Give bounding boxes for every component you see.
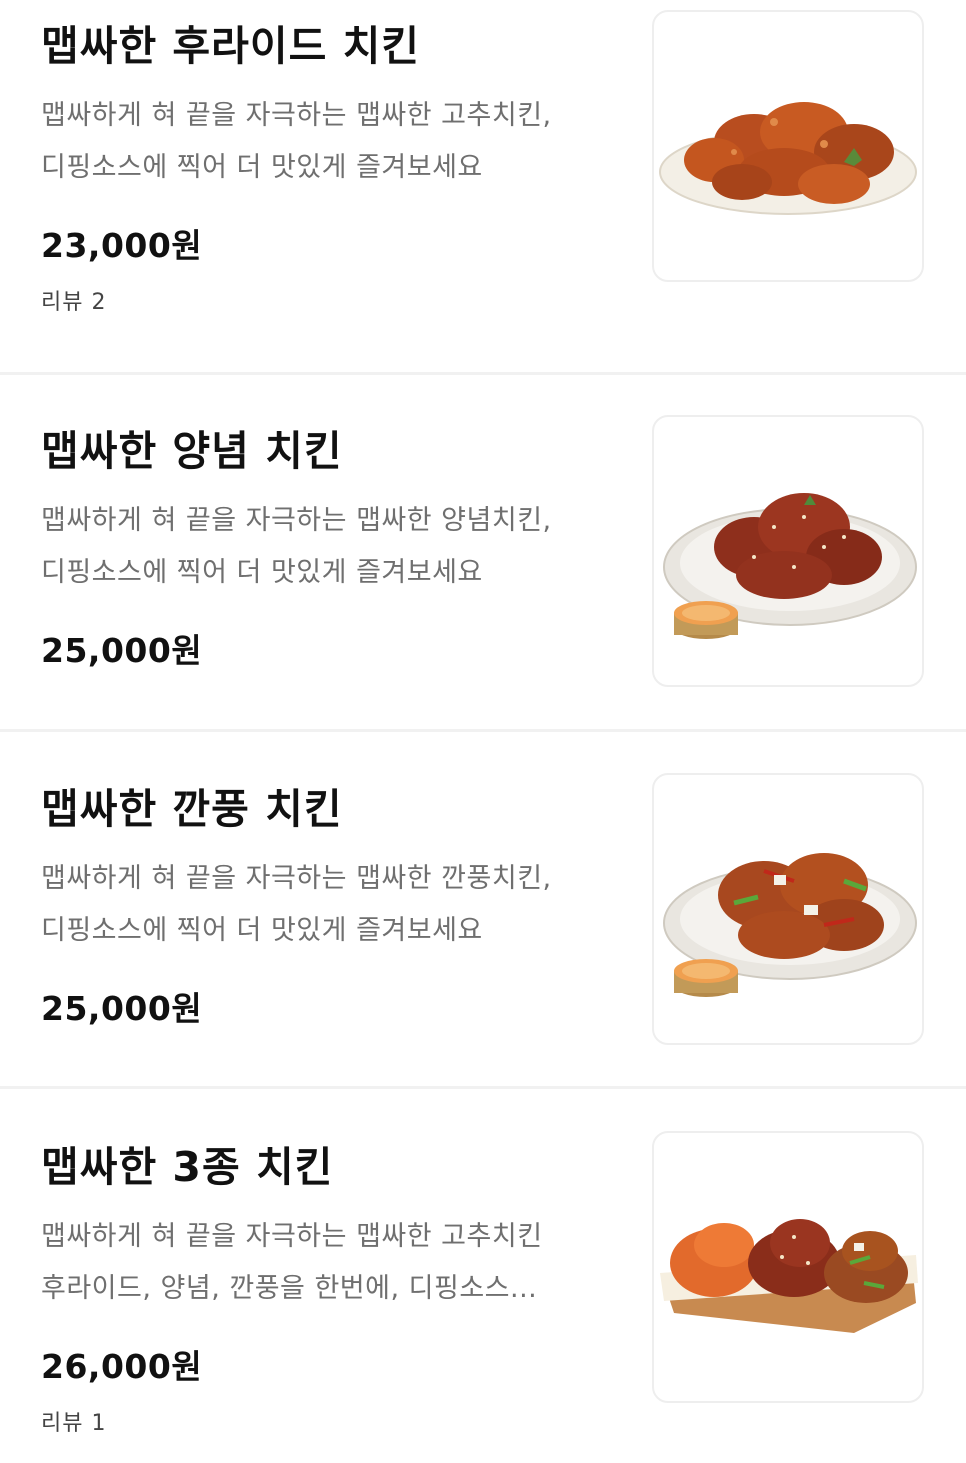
three-kind-chicken-board-icon[interactable] xyxy=(652,1131,924,1403)
menu-item-description-line: 맵싸하게 혀 끝을 자극하는 맵싸한 고추치킨, xyxy=(41,100,552,131)
menu-item-description-line: 디핑소스에 찍어 더 맛있게 즐겨보세요 xyxy=(41,557,483,588)
menu-item-price: 26,000원 xyxy=(41,1347,203,1386)
menu-item-description-line: 디핑소스에 찍어 더 맛있게 즐겨보세요 xyxy=(41,152,483,183)
menu-item-name: 맵싸한 3종 치킨 xyxy=(41,1143,334,1191)
menu-item-description-line: 후라이드, 양념, 깐풍을 한번에, 디핑소스... xyxy=(41,1273,538,1304)
menu-item-description-line: 맵싸하게 혀 끝을 자극하는 맵싸한 양념치킨, xyxy=(41,505,552,536)
seasoned-chicken-plate-icon[interactable] xyxy=(652,415,924,687)
menu-item-text: 맵싸한 깐풍 치킨 맵싸하게 혀 끝을 자극하는 맵싸한 깐풍치킨, 디핑소스에… xyxy=(41,783,631,1031)
kkanpung-chicken-plate-icon[interactable] xyxy=(652,773,924,1045)
menu-item-description: 맵싸하게 혀 끝을 자극하는 맵싸한 고추치킨 후라이드, 양념, 깐풍을 한번… xyxy=(41,1211,631,1315)
menu-item[interactable]: 맵싸한 3종 치킨 맵싸하게 혀 끝을 자극하는 맵싸한 고추치킨 후라이드, … xyxy=(0,1131,966,1463)
menu-item-review-count: 리뷰 1 xyxy=(41,1411,107,1436)
divider xyxy=(0,372,966,375)
menu-item-price: 25,000원 xyxy=(41,631,203,670)
menu-item[interactable]: 맵싸한 후라이드 치킨 맵싸하게 혀 끝을 자극하는 맵싸한 고추치킨, 디핑소… xyxy=(0,10,966,374)
menu-item-name: 맵싸한 깐풍 치킨 xyxy=(41,785,343,833)
fried-chicken-platter-icon[interactable] xyxy=(652,10,924,282)
menu-item-text: 맵싸한 후라이드 치킨 맵싸하게 혀 끝을 자극하는 맵싸한 고추치킨, 디핑소… xyxy=(41,20,631,318)
menu-item-description-line: 맵싸하게 혀 끝을 자극하는 맵싸한 깐풍치킨, xyxy=(41,863,552,894)
menu-list: 맵싸한 후라이드 치킨 맵싸하게 혀 끝을 자극하는 맵싸한 고추치킨, 디핑소… xyxy=(0,0,966,1463)
menu-item-price: 23,000원 xyxy=(41,226,203,265)
menu-item-description-line: 맵싸하게 혀 끝을 자극하는 맵싸한 고추치킨 xyxy=(41,1221,543,1252)
divider xyxy=(0,729,966,732)
menu-item-description: 맵싸하게 혀 끝을 자극하는 맵싸한 고추치킨, 디핑소스에 찍어 더 맛있게 … xyxy=(41,90,631,194)
menu-item-description: 맵싸하게 혀 끝을 자극하는 맵싸한 깐풍치킨, 디핑소스에 찍어 더 맛있게 … xyxy=(41,853,631,957)
menu-item-description-line: 디핑소스에 찍어 더 맛있게 즐겨보세요 xyxy=(41,915,483,946)
menu-item-text: 맵싸한 양념 치킨 맵싸하게 혀 끝을 자극하는 맵싸한 양념치킨, 디핑소스에… xyxy=(41,425,631,673)
menu-item[interactable]: 맵싸한 양념 치킨 맵싸하게 혀 끝을 자극하는 맵싸한 양념치킨, 디핑소스에… xyxy=(0,415,966,731)
menu-item-description: 맵싸하게 혀 끝을 자극하는 맵싸한 양념치킨, 디핑소스에 찍어 더 맛있게 … xyxy=(41,495,631,599)
menu-item-name: 맵싸한 양념 치킨 xyxy=(41,427,343,475)
menu-item[interactable]: 맵싸한 깐풍 치킨 맵싸하게 혀 끝을 자극하는 맵싸한 깐풍치킨, 디핑소스에… xyxy=(0,773,966,1089)
menu-item-price: 25,000원 xyxy=(41,989,203,1028)
menu-item-name: 맵싸한 후라이드 치킨 xyxy=(41,22,421,70)
divider xyxy=(0,1086,966,1089)
menu-item-review-count: 리뷰 2 xyxy=(41,290,107,315)
menu-item-text: 맵싸한 3종 치킨 맵싸하게 혀 끝을 자극하는 맵싸한 고추치킨 후라이드, … xyxy=(41,1141,631,1439)
